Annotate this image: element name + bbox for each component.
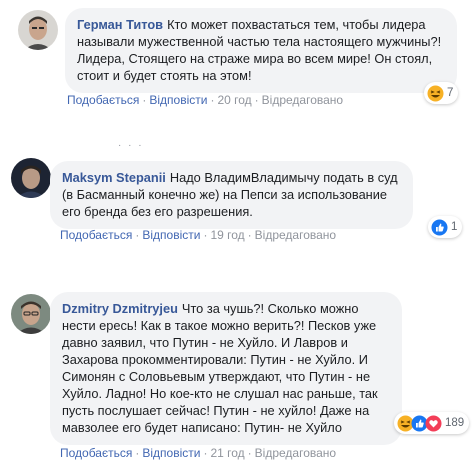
edited-label[interactable]: Відредаговано: [255, 228, 336, 242]
comment-bubble: Герман Титов Кто может похвастаться тем, …: [65, 8, 457, 93]
comment-bubble: Dzmitry Dzmitryjeu Что за чушь?! Сколько …: [50, 292, 402, 445]
reply-link[interactable]: Відповісти: [142, 228, 200, 242]
reactions-summary[interactable]: 1: [428, 216, 463, 238]
avatar[interactable]: [11, 294, 51, 334]
comment-text: Что за чушь?! Сколько можно нести ересь!…: [62, 301, 378, 435]
separator-dot: ·: [247, 446, 252, 460]
separator-dot: ·: [210, 93, 215, 107]
separator-dot: ·: [247, 228, 252, 242]
more-separator: · · ·: [118, 140, 144, 151]
reaction-count: 189: [445, 417, 465, 429]
comment-time[interactable]: 20 год: [217, 93, 251, 107]
avatar[interactable]: [18, 10, 58, 50]
like-icon: [431, 219, 448, 236]
reply-link[interactable]: Відповісти: [142, 446, 200, 460]
comment-time[interactable]: 19 год: [210, 228, 244, 242]
like-link[interactable]: Подобається: [60, 228, 132, 242]
separator-dot: ·: [135, 228, 140, 242]
reply-link[interactable]: Відповісти: [149, 93, 207, 107]
separator-dot: ·: [203, 446, 208, 460]
comment-time[interactable]: 21 год: [210, 446, 244, 460]
reactions-summary[interactable]: 189: [394, 412, 470, 434]
avatar[interactable]: [11, 158, 51, 198]
reaction-count: 7: [447, 87, 454, 99]
edited-label[interactable]: Відредаговано: [255, 446, 336, 460]
comment-bubble: Maksym Stepanii Надо ВладимВладимычу пода…: [50, 161, 413, 229]
separator-dot: ·: [142, 93, 147, 107]
comment-author-link[interactable]: Maksym Stepanii: [62, 170, 166, 185]
separator-dot: ·: [254, 93, 259, 107]
comment-author-link[interactable]: Dzmitry Dzmitryjeu: [62, 301, 178, 316]
like-link[interactable]: Подобається: [67, 93, 139, 107]
like-link[interactable]: Подобається: [60, 446, 132, 460]
haha-icon: [427, 85, 444, 102]
comment-author-link[interactable]: Герман Титов: [77, 17, 163, 32]
comment-actions: Подобається · Відповісти · 20 год · Відредагов…: [67, 93, 343, 108]
comment-actions: Подобається · Відповісти · 19 год · Відредагов…: [60, 228, 336, 243]
reactions-summary[interactable]: 7: [424, 82, 459, 104]
edited-label[interactable]: Відредаговано: [262, 93, 343, 107]
separator-dot: ·: [203, 228, 208, 242]
separator-dot: ·: [135, 446, 140, 460]
comment-actions: Подобається · Відповісти · 21 год · Відредагов…: [60, 446, 336, 461]
love-icon: [425, 415, 442, 432]
reaction-count: 1: [451, 221, 458, 233]
